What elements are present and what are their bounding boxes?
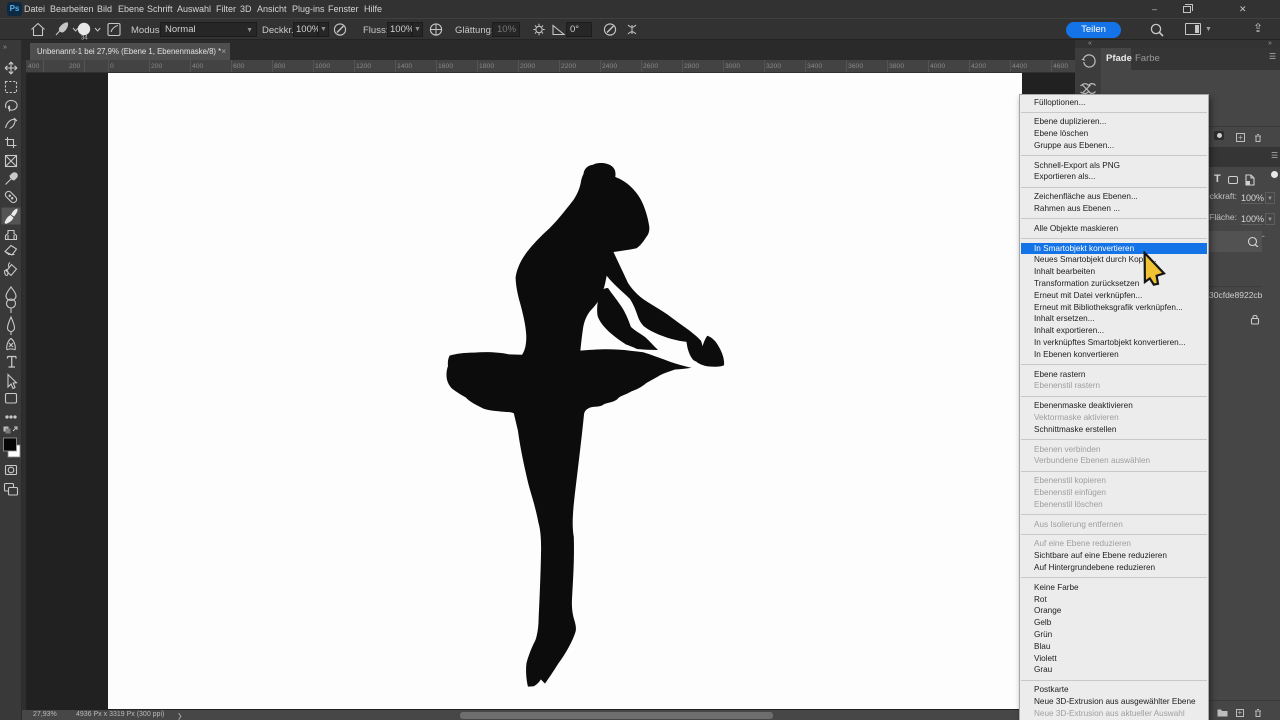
svg-text:»: » [3, 44, 7, 51]
svg-text:34: 34 [81, 36, 88, 42]
